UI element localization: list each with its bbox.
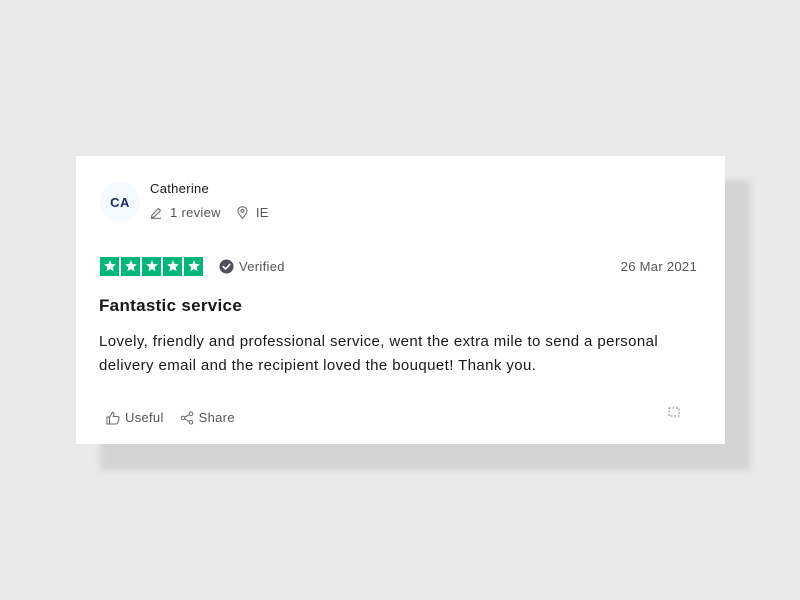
reviewer-name[interactable]: Catherine [150,181,209,196]
reviewer-meta: 1 review IE [150,205,269,220]
review-title[interactable]: Fantastic service [99,296,242,316]
star-icon [163,256,182,276]
location-pin-icon [237,206,248,219]
avatar-initials: CA [110,194,130,210]
rating-row: Verified 26 Mar 2021 [100,256,697,276]
star-icon [184,256,203,276]
review-card: CA Catherine 1 review IE Verified 26 Mar… [76,156,725,444]
review-count-label: 1 review [170,205,221,220]
star-icon [142,256,161,276]
star-icon [121,256,140,276]
star-rating [100,256,203,276]
review-body: Lovely, friendly and professional servic… [99,333,659,374]
star-icon [100,256,119,276]
review-count: 1 review [150,205,221,220]
useful-button[interactable]: Useful [106,410,164,425]
review-actions: Useful Share [106,410,251,425]
verified-label: Verified [239,258,285,274]
share-label: Share [198,410,235,425]
pencil-icon [150,207,162,219]
thumbs-up-icon [106,411,120,424]
verified-check-icon [219,258,234,274]
useful-label: Useful [125,410,164,425]
page: CA Catherine 1 review IE Verified 26 Mar… [0,0,800,600]
reviewer-country: IE [237,205,269,220]
review-date: 26 Mar 2021 [620,258,697,274]
share-icon [180,411,193,424]
more-options-icon [668,407,680,417]
country-label: IE [255,205,269,220]
verified-badge[interactable]: Verified [219,259,285,274]
avatar[interactable]: CA [100,182,140,222]
share-button[interactable]: Share [180,410,235,425]
more-options-button[interactable] [667,405,681,419]
